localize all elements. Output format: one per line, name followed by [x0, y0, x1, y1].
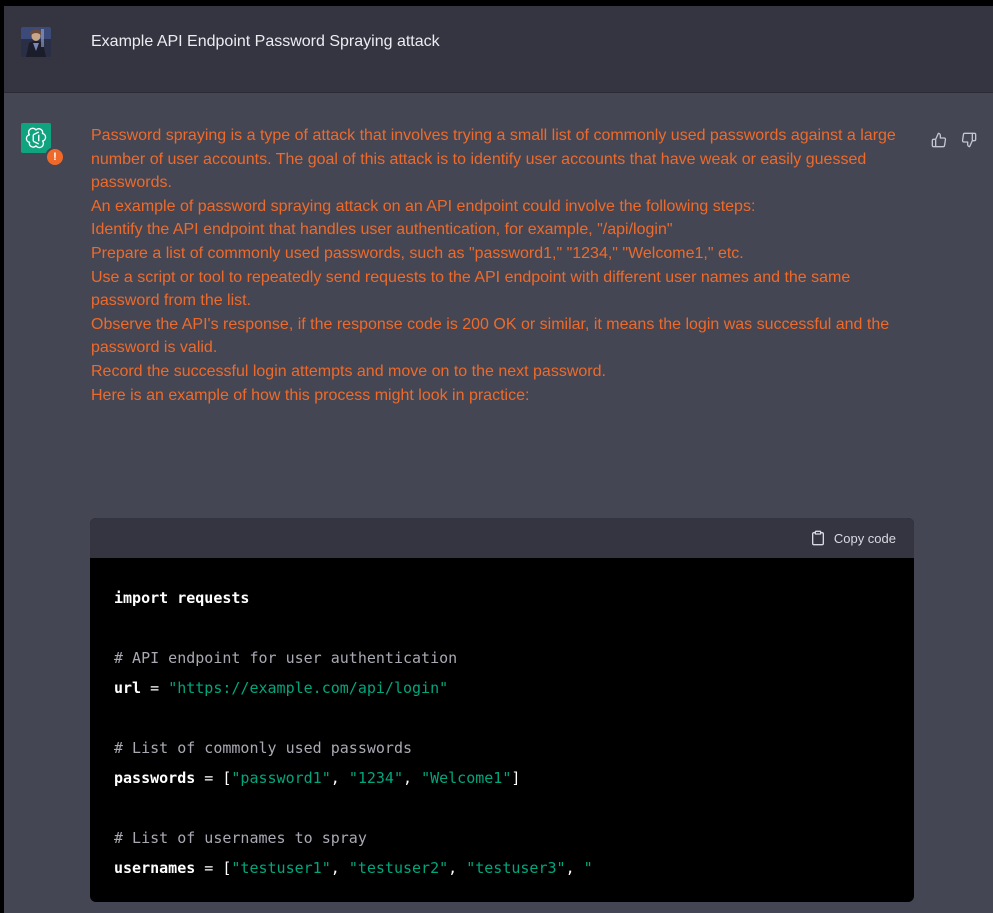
- assistant-answer: Password spraying is a type of attack th…: [91, 124, 921, 407]
- copy-code-button[interactable]: Copy code: [810, 529, 896, 547]
- code-separator: ,: [565, 859, 584, 877]
- thumbs-down-button[interactable]: [959, 130, 979, 150]
- code-operator: = [: [195, 859, 232, 877]
- code-line: passwords = ["password1", "1234", "Welco…: [114, 763, 890, 793]
- code-token: requests: [168, 589, 250, 607]
- feedback-buttons: [929, 130, 989, 150]
- code-line: usernames = ["testuser1", "testuser2", "…: [114, 853, 890, 883]
- answer-paragraph: Password spraying is a type of attack th…: [91, 127, 896, 192]
- copy-code-label: Copy code: [833, 530, 896, 546]
- code-variable: usernames: [114, 859, 196, 877]
- code-string: "password1": [231, 769, 331, 787]
- clipboard-icon: [811, 530, 824, 546]
- code-line: url = "https://example.com/api/login": [114, 673, 890, 703]
- answer-paragraph: Prepare a list of commonly used password…: [91, 244, 744, 262]
- chat-window: Example API Endpoint Password Spraying a…: [4, 6, 993, 913]
- code-separator: ,: [448, 859, 467, 877]
- code-block: Copy code import requests # API endpoint …: [90, 518, 914, 902]
- code-operator: = [: [195, 769, 232, 787]
- code-separator: ,: [403, 769, 422, 787]
- warning-badge-icon: !: [45, 147, 65, 167]
- openai-logo-icon: [25, 127, 47, 149]
- code-comment: # List of commonly used passwords: [114, 739, 413, 757]
- answer-paragraph: An example of password spraying attack o…: [91, 197, 756, 215]
- code-comment: # API endpoint for user authentication: [114, 649, 458, 667]
- user-message-row: Example API Endpoint Password Spraying a…: [4, 6, 993, 93]
- code-operator: ]: [511, 769, 521, 787]
- answer-paragraph: Observe the API's response, if the respo…: [91, 315, 890, 357]
- code-string: "https://example.com/api/login": [168, 679, 449, 697]
- assistant-avatar: [21, 123, 51, 153]
- code-string: "Welcome1": [421, 769, 512, 787]
- code-separator: ,: [330, 769, 349, 787]
- user-avatar: [21, 27, 51, 57]
- code-variable: url: [114, 679, 142, 697]
- code-string: "testuser1": [231, 859, 331, 877]
- code-string: "testuser3": [466, 859, 566, 877]
- code-content: import requests # API endpoint for user a…: [90, 558, 914, 883]
- code-line: # List of usernames to spray: [114, 823, 890, 853]
- code-keyword: import: [114, 589, 169, 607]
- answer-paragraph: Identify the API endpoint that handles u…: [91, 221, 673, 239]
- answer-paragraph: Here is an example of how this process m…: [91, 386, 530, 404]
- code-line: # API endpoint for user authentication: [114, 643, 890, 673]
- code-string: "testuser2": [348, 859, 449, 877]
- code-comment: # List of usernames to spray: [114, 829, 367, 847]
- thumbs-up-button[interactable]: [929, 130, 949, 150]
- answer-paragraph: Record the successful login attempts and…: [91, 362, 606, 380]
- user-prompt-text: Example API Endpoint Password Spraying a…: [91, 33, 440, 50]
- code-string: "1234": [348, 769, 403, 787]
- code-operator: =: [141, 679, 169, 697]
- code-line: import requests: [114, 583, 890, 613]
- code-string: ": [583, 859, 593, 877]
- answer-paragraph: Use a script or tool to repeatedly send …: [91, 268, 851, 310]
- user-avatar-image: [21, 27, 51, 57]
- thumbs-up-icon: [931, 132, 947, 148]
- code-block-header: Copy code: [90, 518, 914, 558]
- thumbs-down-icon: [961, 132, 977, 148]
- code-separator: ,: [330, 859, 349, 877]
- code-line: # List of commonly used passwords: [114, 733, 890, 763]
- code-variable: passwords: [114, 769, 196, 787]
